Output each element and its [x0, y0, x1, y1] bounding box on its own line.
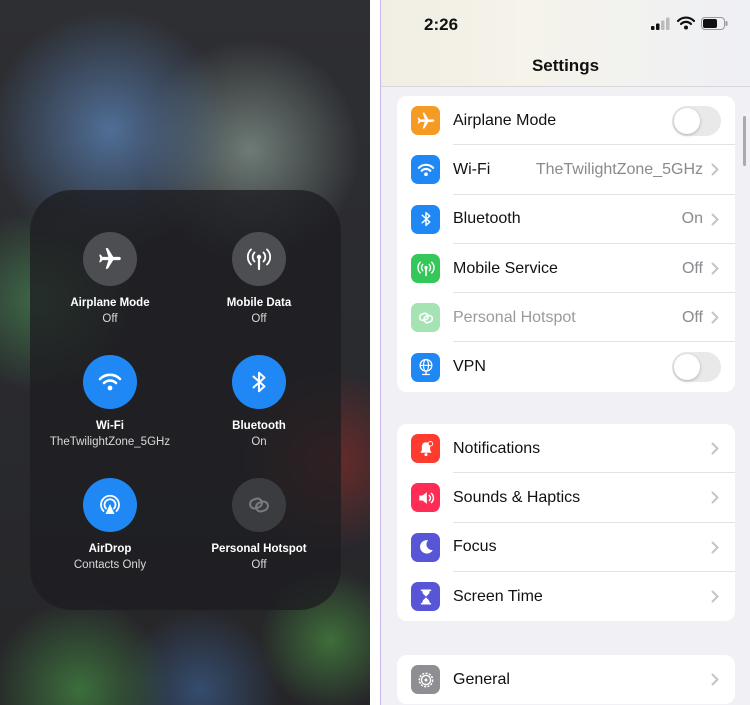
tile-status: Contacts Only: [73, 559, 147, 571]
mobile-data-tile[interactable]: Mobile Data Off: [184, 232, 334, 326]
tile-title: Bluetooth: [232, 420, 286, 432]
row-value: TheTwilightZone_5GHz: [535, 160, 703, 178]
general-group: General: [397, 655, 735, 705]
bluetooth-icon: [252, 371, 266, 393]
notifications-group: Notifications Sounds & Haptics Focus Scr…: [397, 424, 735, 622]
row-label: Airplane Mode: [453, 111, 557, 129]
tile-status: On: [251, 436, 267, 448]
airplane-toggle[interactable]: [83, 232, 137, 286]
mobile-data-toggle[interactable]: [232, 232, 286, 286]
chevron-right-icon: [711, 541, 721, 554]
settings-row-notifications[interactable]: Notifications: [397, 424, 735, 474]
settings-row-airplane-mode[interactable]: Airplane Mode: [397, 96, 735, 146]
settings-row-personal-hotspot[interactable]: Personal Hotspot Off: [397, 293, 735, 343]
chevron-right-icon: [711, 311, 721, 324]
chevron-right-icon: [711, 213, 721, 226]
chevron-right-icon: [711, 163, 721, 176]
chevron-right-icon: [711, 590, 721, 603]
hotspot-icon: [411, 303, 440, 333]
airplane-mode-switch[interactable]: [672, 105, 721, 136]
wifi-icon: [98, 373, 122, 391]
row-label: Notifications: [453, 439, 541, 457]
airplane-icon: [411, 106, 440, 136]
airdrop-icon: [100, 494, 120, 514]
antenna-icon: [411, 254, 440, 284]
row-label: Sounds & Haptics: [453, 488, 581, 506]
chevron-right-icon: [711, 262, 721, 275]
status-time: 2:26: [424, 15, 459, 34]
hotspot-toggle[interactable]: [232, 478, 286, 532]
hotspot-icon: [249, 497, 269, 513]
navigation-bar: 2:26 Settings: [381, 0, 750, 87]
tile-title: Airplane Mode: [70, 297, 150, 309]
connectivity-group: Airplane Mode Wi-Fi TheTwilightZone_5GHz…: [397, 96, 735, 392]
row-value: Off: [681, 308, 703, 326]
tile-title: AirDrop: [88, 543, 132, 555]
row-label: General: [453, 670, 510, 688]
wifi-status-icon: [677, 16, 695, 30]
row-label: Screen Time: [453, 587, 543, 605]
row-label: Wi-Fi: [453, 160, 491, 178]
row-label: Focus: [453, 538, 497, 556]
chevron-right-icon: [711, 673, 721, 686]
wifi-toggle[interactable]: [83, 355, 137, 409]
settings-row-screen-time[interactable]: Screen Time: [397, 572, 735, 621]
tile-title: Mobile Data: [226, 297, 292, 309]
tile-status: TheTwilightZone_5GHz: [49, 436, 171, 448]
tile-status: Off: [251, 313, 267, 325]
airplane-icon: [99, 248, 121, 269]
settings-row-wifi[interactable]: Wi-Fi TheTwilightZone_5GHz: [397, 145, 735, 195]
row-label: Bluetooth: [453, 210, 521, 228]
hourglass-icon: [411, 582, 440, 612]
bluetooth-icon: [411, 204, 440, 234]
wifi-icon: [411, 155, 440, 185]
chevron-right-icon: [711, 442, 721, 455]
row-value: On: [681, 210, 703, 228]
tile-status: Off: [102, 313, 118, 325]
moon-icon: [411, 532, 440, 562]
speaker-icon: [411, 483, 440, 513]
cellular-signal-icon: [651, 17, 670, 30]
airdrop-toggle[interactable]: [83, 478, 137, 532]
scrollbar[interactable]: [743, 116, 746, 166]
tile-status: Off: [251, 559, 267, 571]
settings-row-general[interactable]: General: [397, 655, 735, 704]
control-center-background: Airplane Mode Off Mobile Data Off Wi-Fi …: [0, 0, 370, 705]
row-label: VPN: [453, 358, 486, 376]
wifi-tile[interactable]: Wi-Fi TheTwilightZone_5GHz: [35, 355, 185, 449]
gear-icon: [411, 665, 440, 695]
settings-row-mobile-service[interactable]: Mobile Service Off: [397, 244, 735, 294]
vpn-switch[interactable]: [672, 352, 721, 383]
row-value: Off: [681, 259, 703, 277]
tile-title: Wi-Fi: [96, 420, 124, 432]
bell-icon: [411, 434, 440, 464]
airdrop-tile[interactable]: AirDrop Contacts Only: [35, 478, 185, 572]
row-label: Mobile Service: [453, 259, 558, 277]
settings-row-vpn[interactable]: VPN: [397, 342, 735, 391]
personal-hotspot-tile[interactable]: Personal Hotspot Off: [184, 478, 334, 572]
globe-icon: [411, 352, 440, 382]
bluetooth-toggle[interactable]: [232, 355, 286, 409]
connectivity-module: Airplane Mode Off Mobile Data Off Wi-Fi …: [30, 190, 341, 610]
antenna-icon: [247, 248, 271, 271]
settings-row-focus[interactable]: Focus: [397, 523, 735, 572]
battery-icon: [701, 16, 728, 30]
settings-row-bluetooth[interactable]: Bluetooth On: [397, 195, 735, 244]
airplane-mode-tile[interactable]: Airplane Mode Off: [35, 232, 185, 326]
status-icons: [651, 16, 728, 30]
page-title: Settings: [531, 56, 600, 75]
tile-title: Personal Hotspot: [211, 543, 307, 555]
settings-screen: 2:26 Settings Airplane Mode Wi-Fi TheTwi…: [380, 0, 750, 705]
settings-row-sounds-haptics[interactable]: Sounds & Haptics: [397, 473, 735, 523]
bluetooth-tile[interactable]: Bluetooth On: [184, 355, 334, 449]
row-label: Personal Hotspot: [453, 308, 576, 326]
chevron-right-icon: [711, 491, 721, 504]
